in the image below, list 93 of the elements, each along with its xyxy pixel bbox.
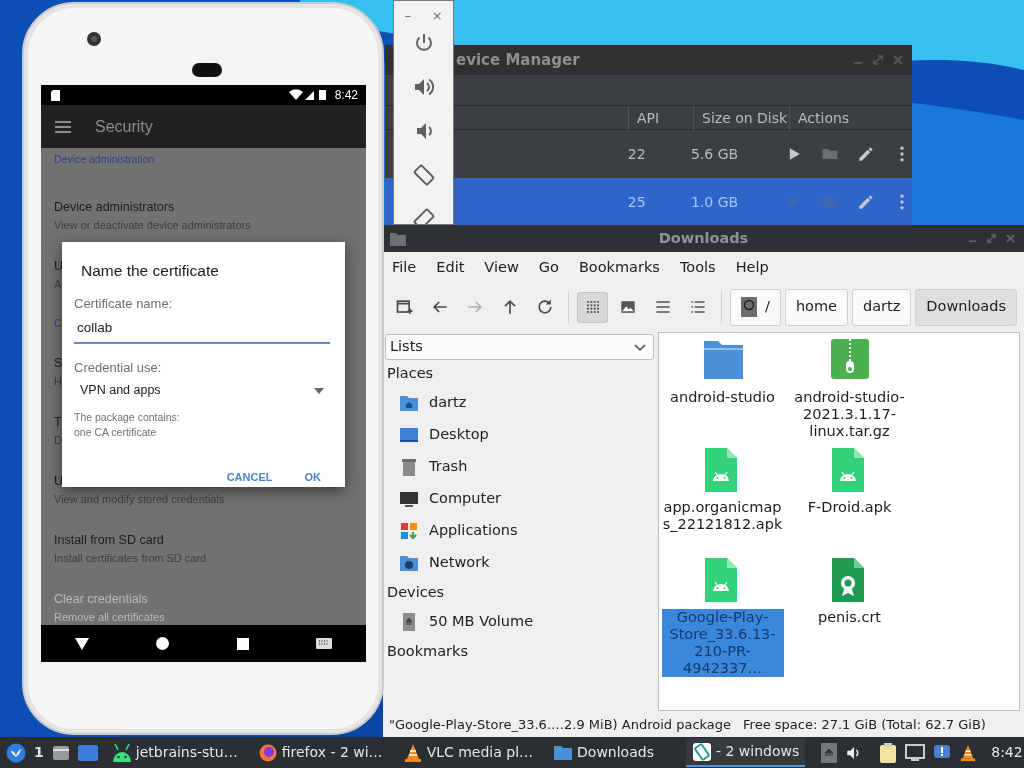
status-time: 8:42: [334, 87, 358, 104]
desktop-icon: [399, 425, 419, 445]
dialog-title: Name the certificate: [80, 261, 220, 281]
sidebar-item[interactable]: Computer: [385, 483, 654, 515]
dialog-button[interactable]: OK: [296, 464, 329, 489]
menu-item[interactable]: Tools: [679, 257, 716, 279]
note-text: one CA certificate: [74, 424, 158, 440]
file-label[interactable]: android-studio: [661, 389, 784, 406]
path-button[interactable]: /: [730, 288, 781, 326]
traffic-cone-icon: [402, 742, 423, 763]
firefox-icon: [257, 742, 278, 763]
setting-summary: Remove all certificates: [54, 609, 165, 625]
view-dropdown[interactable]: Lists: [385, 334, 654, 360]
workspace-button[interactable]: 1: [34, 742, 44, 763]
menu-item[interactable]: File: [392, 257, 417, 279]
table-cell-text: 5.6 GB: [689, 144, 740, 164]
setting-title[interactable]: Device administrators: [54, 197, 175, 217]
sidebar-item[interactable]: Applications: [385, 515, 654, 547]
column-header[interactable]: Actions: [789, 105, 912, 130]
emulator-icon: [691, 741, 712, 762]
network-icon: [399, 553, 419, 573]
clipboard-icon[interactable]: [879, 742, 898, 763]
network-icon[interactable]: [905, 743, 926, 762]
minimize-button[interactable]: –: [404, 6, 411, 26]
desktop-icon[interactable]: [77, 743, 98, 762]
menu-item[interactable]: Edit: [436, 257, 465, 279]
speaker-icon: [192, 63, 222, 77]
table-cell-text: 22: [626, 144, 647, 164]
icon-view-button[interactable]: [577, 291, 608, 323]
status-text: "Google-Play-Store_33.6.…2.9 MiB) Android package: [389, 716, 732, 735]
menu-icon[interactable]: [55, 119, 71, 134]
status-text: Free space: 27.1 GiB (Total: 62.7 GiB): [743, 716, 986, 735]
window-title: Downloads: [658, 228, 749, 248]
file-label[interactable]: F-Droid.apk: [788, 499, 911, 516]
eject-icon[interactable]: [821, 742, 838, 763]
column-header[interactable]: API: [628, 105, 693, 130]
recents-icon[interactable]: [236, 637, 249, 650]
clock: 8:42: [990, 743, 1024, 762]
path-button[interactable]: home: [784, 288, 848, 326]
device-row[interactable]: 22 5.6 GB: [385, 130, 912, 178]
column-header[interactable]: Size on Disk: [693, 105, 789, 130]
camera-icon: [86, 31, 102, 47]
section-header: Device administration: [54, 152, 155, 167]
table-cell-text: 1.0 GB: [689, 192, 740, 212]
sidebar-item[interactable]: 50 MB Volume: [385, 606, 654, 638]
computer-icon: [399, 489, 419, 509]
menu-item[interactable]: Help: [735, 257, 769, 279]
table-cell-text: 25: [626, 192, 647, 212]
sidebar-item[interactable]: Network: [385, 547, 654, 579]
sd-card-icon: [51, 89, 60, 101]
section-header: Devices: [386, 583, 446, 602]
menu-item[interactable]: Bookmarks: [578, 257, 660, 279]
taskbar-button[interactable]: firefox - 2 wi…: [251, 738, 389, 767]
keyboard-icon[interactable]: [316, 638, 333, 649]
android-icon: [111, 742, 132, 763]
rotate-icon[interactable]: [411, 207, 436, 224]
caret-icon: [314, 387, 324, 394]
section-header: Places: [386, 364, 435, 383]
section-header: Bookmarks: [386, 642, 469, 661]
sidebar-item[interactable]: Desktop: [385, 419, 654, 451]
app-title: Security: [95, 116, 153, 137]
file-label[interactable]: android-studio-2021.3.1.17-linux.tar.gz: [788, 389, 911, 440]
file-label[interactable]: app.organicmaps_22121812.apk: [661, 499, 784, 533]
name-field[interactable]: collab: [74, 313, 330, 344]
file-manager-icon[interactable]: [51, 743, 70, 762]
taskbar-button[interactable]: - 2 windows: [685, 738, 806, 767]
window-title: evice Manager: [455, 49, 581, 71]
sidebar-item[interactable]: Trash: [385, 451, 654, 483]
field-label: Certificate name:: [74, 295, 174, 314]
dialog-button[interactable]: CANCEL: [218, 464, 281, 489]
applications-icon: [399, 521, 419, 541]
start-menu-icon[interactable]: [6, 742, 26, 763]
note-text: The package contains:: [74, 409, 181, 425]
rotate-icon[interactable]: [411, 163, 436, 187]
field-label: Credential use:: [74, 359, 163, 377]
home-icon[interactable]: [156, 637, 170, 650]
path-button[interactable]: Downloads: [915, 288, 1017, 326]
trash-icon: [399, 457, 419, 477]
new-window-icon[interactable]: [394, 297, 415, 317]
menu-item[interactable]: View: [484, 257, 519, 279]
taskbar-button[interactable]: VLC media pl…: [396, 738, 540, 767]
close-button[interactable]: ×: [431, 6, 443, 26]
sidebar-item[interactable]: dartz: [385, 387, 654, 419]
file-label[interactable]: penis.crt: [788, 609, 911, 626]
taskbar-button[interactable]: Downloads: [547, 738, 660, 767]
setting-title[interactable]: Install from SD card: [54, 530, 164, 550]
menu-item[interactable]: Go: [538, 257, 559, 279]
home-folder-icon: [399, 393, 419, 413]
back-icon[interactable]: [74, 637, 89, 650]
taskbar-button[interactable]: jetbrains-stu…: [105, 738, 244, 767]
path-button[interactable]: dartz: [852, 288, 912, 326]
drive-icon: [741, 297, 757, 317]
use-dropdown[interactable]: VPN and apps: [74, 377, 330, 404]
